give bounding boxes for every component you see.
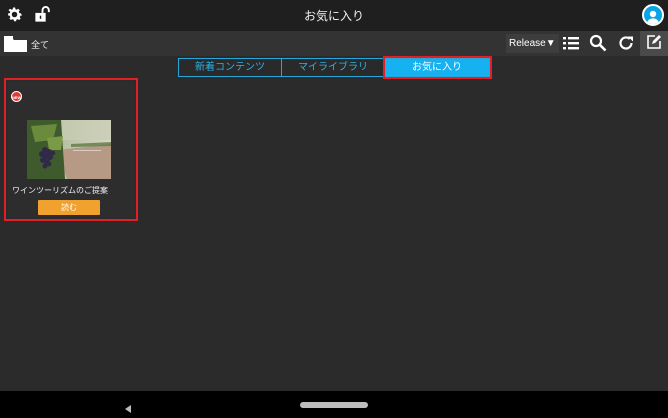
home-gesture-bar[interactable] xyxy=(300,402,368,408)
toolbar: 全て Release▼ xyxy=(0,31,668,56)
system-navigation-bar xyxy=(0,391,668,418)
unlock-icon[interactable] xyxy=(33,5,52,28)
edit-icon xyxy=(646,34,662,54)
tab-my-library[interactable]: マイライブラリ xyxy=(282,59,385,76)
page-title: お気に入り xyxy=(303,9,364,23)
release-dropdown[interactable]: Release▼ xyxy=(506,34,559,53)
back-icon[interactable] xyxy=(123,399,133,418)
edit-button[interactable] xyxy=(640,31,668,56)
top-left-icons xyxy=(5,5,52,28)
tab-new-contents[interactable]: 新着コンテンツ xyxy=(179,59,282,76)
folder-label[interactable]: 全て xyxy=(31,38,49,51)
search-icon[interactable] xyxy=(589,34,607,56)
content-thumbnail[interactable] xyxy=(27,120,111,179)
tab-highlight-frame xyxy=(383,56,492,79)
read-button[interactable]: 読む xyxy=(38,200,100,215)
refresh-icon[interactable] xyxy=(617,34,635,56)
user-avatar-icon[interactable] xyxy=(642,4,664,26)
content-title[interactable]: ワインツーリズムのご提案 xyxy=(12,185,108,196)
top-right-icons xyxy=(642,4,664,26)
list-icon[interactable] xyxy=(562,34,580,56)
content-card[interactable]: NEW ワインツーリズムのご提案 読む xyxy=(8,82,134,217)
new-badge: NEW xyxy=(11,91,22,102)
folder-icon[interactable] xyxy=(4,35,27,56)
top-bar: お気に入り xyxy=(0,0,668,31)
gear-icon[interactable] xyxy=(5,5,24,28)
